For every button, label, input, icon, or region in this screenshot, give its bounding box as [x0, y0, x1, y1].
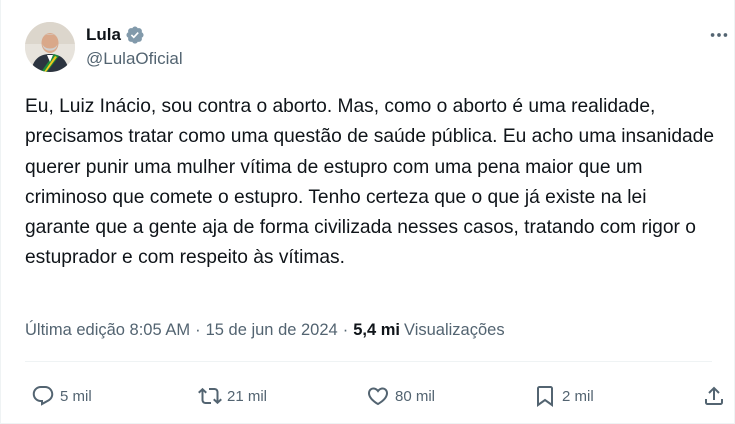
reply-button[interactable]: 5 mil [31, 382, 92, 410]
verified-badge-icon[interactable] [125, 25, 145, 45]
tweet-text: Eu, Luiz Inácio, sou contra o aborto. Ma… [25, 96, 715, 269]
reply-icon [32, 386, 54, 406]
repost-icon [198, 387, 222, 405]
bookmark-count: 2 mil [562, 387, 594, 405]
repost-button[interactable]: 21 mil [198, 382, 267, 410]
edited-timestamp[interactable]: Última edição 8:05 AM [25, 321, 190, 340]
bookmark-icon [537, 386, 553, 407]
heart-icon [367, 387, 389, 406]
tweet-date[interactable]: 15 de jun de 2024 [206, 321, 338, 340]
bookmark-button[interactable]: 2 mil [533, 382, 594, 410]
tweet-meta: Última edição 8:05 AM · 15 de jun de 202… [25, 321, 505, 340]
meta-separator: · [342, 321, 349, 339]
divider [25, 361, 712, 362]
author-name-row: Lula [86, 24, 145, 46]
author-handle[interactable]: @LulaOficial [86, 49, 183, 69]
avatar[interactable] [25, 22, 75, 72]
share-button[interactable] [702, 382, 726, 410]
share-icon [705, 386, 723, 405]
views-count: 5,4 mi [353, 321, 400, 339]
meta-separator: · [195, 321, 201, 339]
action-bar: 5 mil 21 mil 80 mil 2 mil [1, 382, 735, 410]
avatar-image [25, 22, 75, 72]
like-button[interactable]: 80 mil [366, 382, 435, 410]
tweet-card: Lula @LulaOficial Eu, Luiz Inácio, sou c… [0, 0, 735, 424]
repost-count: 21 mil [227, 387, 268, 405]
reply-count: 5 mil [60, 387, 92, 405]
more-horizontal-icon [710, 33, 728, 37]
like-count: 80 mil [395, 387, 436, 405]
more-options-button[interactable] [707, 24, 731, 46]
views-label: Visualizações [404, 321, 505, 339]
author-display-name[interactable]: Lula [86, 25, 121, 45]
